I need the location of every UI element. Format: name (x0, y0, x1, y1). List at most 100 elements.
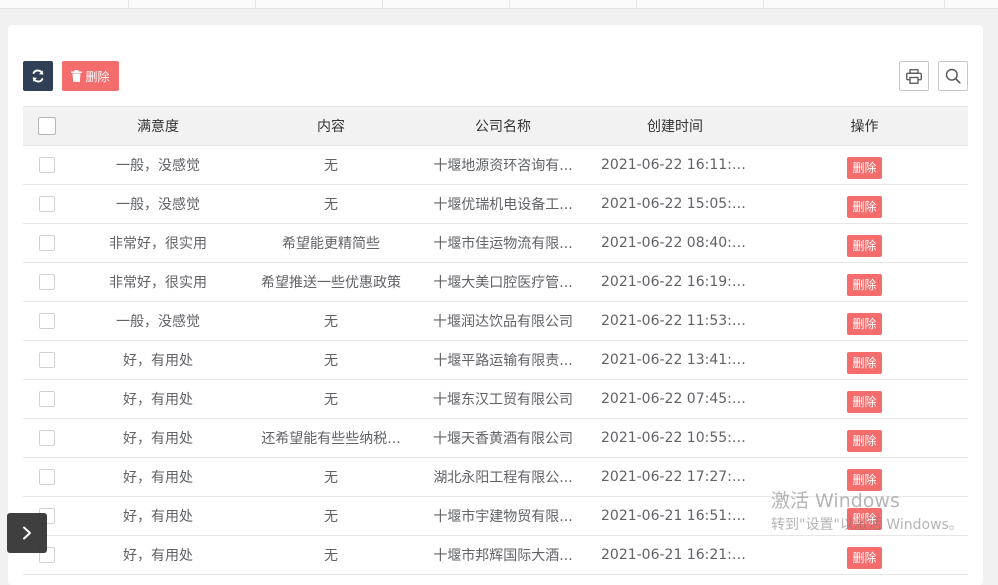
header-satisfaction[interactable]: 满意度 (71, 106, 245, 146)
row-checkbox[interactable] (39, 196, 55, 212)
content-cell: 无 (245, 535, 417, 575)
company-cell: 十堰市佳运物流有限... (417, 223, 589, 263)
actions-cell: 删除 (761, 223, 968, 263)
table-row: 一般，没感觉 无 十堰润达饮品有限公司 2021-06-22 11:53:19 … (23, 301, 968, 341)
row-delete-button[interactable]: 删除 (847, 547, 882, 569)
row-delete-button[interactable]: 删除 (847, 274, 882, 296)
header-actions: 操作 (761, 106, 968, 146)
print-icon (906, 68, 922, 84)
satisfaction-cell: 好，有用处 (71, 379, 245, 419)
table-row: 一般，没感觉 无 十堰地源资环咨询有... 2021-06-22 16:11:2… (23, 145, 968, 185)
content-cell: 无 (245, 457, 417, 497)
company-cell: 湖北永阳工程有限公... (417, 457, 589, 497)
satisfaction-cell: 一般，没感觉 (71, 145, 245, 185)
created-time-cell: 2021-06-22 16:19:02 (589, 262, 761, 302)
row-select-cell (23, 262, 71, 302)
row-select-cell (23, 457, 71, 497)
select-all-checkbox[interactable] (38, 117, 56, 135)
created-time-cell: 2021-06-22 13:41:41 (589, 340, 761, 380)
row-checkbox[interactable] (39, 235, 55, 251)
row-delete-button[interactable]: 删除 (847, 391, 882, 413)
company-cell: 十堰地源资环咨询有... (417, 145, 589, 185)
header-created-time[interactable]: 创建时间 (589, 106, 761, 146)
satisfaction-cell: 非常好，很实用 (71, 223, 245, 263)
company-cell: 十堰东汉工贸有限公司 (417, 379, 589, 419)
company-cell: 十堰优瑞机电设备工... (417, 184, 589, 224)
created-time-cell: 2021-06-21 16:51:42 (589, 496, 761, 536)
refresh-button[interactable] (23, 61, 53, 91)
actions-cell: 删除 (761, 535, 968, 575)
search-icon (945, 68, 961, 84)
actions-cell: 删除 (761, 301, 968, 341)
created-time-cell: 2021-06-22 08:40:57 (589, 223, 761, 263)
chevron-right-icon (23, 526, 31, 540)
row-delete-button[interactable]: 删除 (847, 313, 882, 335)
row-delete-button[interactable]: 删除 (847, 157, 882, 179)
row-select-cell (23, 145, 71, 185)
actions-cell: 删除 (761, 418, 968, 458)
created-time-cell: 2021-06-22 11:53:19 (589, 301, 761, 341)
row-checkbox[interactable] (39, 391, 55, 407)
row-select-cell (23, 301, 71, 341)
row-checkbox[interactable] (39, 352, 55, 368)
row-checkbox[interactable] (39, 157, 55, 173)
row-delete-button[interactable]: 删除 (847, 235, 882, 257)
company-cell: 十堰大美口腔医疗管... (417, 262, 589, 302)
row-delete-button[interactable]: 删除 (847, 352, 882, 374)
row-checkbox[interactable] (39, 430, 55, 446)
company-cell: 十堰天香黄酒有限公司 (417, 418, 589, 458)
refresh-icon (32, 69, 44, 83)
company-cell: 十堰市邦辉国际大酒... (417, 535, 589, 575)
content-cell: 无 (245, 379, 417, 419)
row-select-cell (23, 340, 71, 380)
created-time-cell: 2021-06-22 07:45:46 (589, 379, 761, 419)
row-delete-button[interactable]: 删除 (847, 196, 882, 218)
row-checkbox[interactable] (39, 469, 55, 485)
satisfaction-cell: 好，有用处 (71, 535, 245, 575)
satisfaction-cell: 好，有用处 (71, 457, 245, 497)
watermark-title: 激活 Windows (771, 490, 900, 512)
table-header-row: 满意度 内容 公司名称 创建时间 操作 (23, 106, 968, 146)
row-select-cell (23, 184, 71, 224)
content-cell: 无 (245, 301, 417, 341)
table-row: 非常好，很实用 希望能更精简些 十堰市佳运物流有限... 2021-06-22 … (23, 223, 968, 263)
actions-cell: 删除 (761, 340, 968, 380)
created-time-cell: 2021-06-21 16:21:12 (589, 535, 761, 575)
row-select-cell (23, 418, 71, 458)
trash-icon (71, 70, 83, 82)
actions-cell: 删除 (761, 184, 968, 224)
company-cell: 十堰平路运输有限责... (417, 340, 589, 380)
row-delete-button[interactable]: 删除 (847, 430, 882, 452)
created-time-cell: 2021-06-22 10:55:45 (589, 418, 761, 458)
company-cell: 十堰润达饮品有限公司 (417, 301, 589, 341)
satisfaction-cell: 好，有用处 (71, 496, 245, 536)
row-delete-button[interactable]: 删除 (847, 469, 882, 491)
search-button[interactable] (938, 61, 968, 91)
content-cell: 无 (245, 145, 417, 185)
print-button[interactable] (899, 61, 929, 91)
satisfaction-cell: 非常好，很实用 (71, 262, 245, 302)
header-content[interactable]: 内容 (245, 106, 417, 146)
content-cell: 希望能更精简些 (245, 223, 417, 263)
actions-cell: 删除 (761, 379, 968, 419)
created-time-cell: 2021-06-22 15:05:02 (589, 184, 761, 224)
batch-delete-button[interactable]: 删除 (62, 61, 119, 91)
satisfaction-cell: 好，有用处 (71, 418, 245, 458)
select-all-cell (23, 106, 71, 146)
row-checkbox[interactable] (39, 274, 55, 290)
table-row: 好，有用处 无 十堰市邦辉国际大酒... 2021-06-21 16:21:12… (23, 535, 968, 575)
row-select-cell (23, 379, 71, 419)
content-cell: 还希望能有些些纳税... (245, 418, 417, 458)
table-row: 好，有用处 还希望能有些些纳税... 十堰天香黄酒有限公司 2021-06-22… (23, 418, 968, 458)
table-row: 一般，没感觉 无 十堰优瑞机电设备工... 2021-06-22 15:05:0… (23, 184, 968, 224)
row-select-cell (23, 223, 71, 263)
batch-delete-label: 删除 (85, 69, 110, 84)
row-checkbox[interactable] (39, 313, 55, 329)
created-time-cell: 2021-06-22 17:27:32 (589, 457, 761, 497)
windows-activation-watermark: 激活 Windows 转到"设置"以激活 Windows。 (771, 490, 963, 535)
table-row: 好，有用处 无 十堰平路运输有限责... 2021-06-22 13:41:41… (23, 340, 968, 380)
header-company[interactable]: 公司名称 (417, 106, 589, 146)
expand-sidebar-button[interactable] (7, 513, 47, 553)
actions-cell: 删除 (761, 145, 968, 185)
created-time-cell: 2021-06-22 16:11:22 (589, 145, 761, 185)
